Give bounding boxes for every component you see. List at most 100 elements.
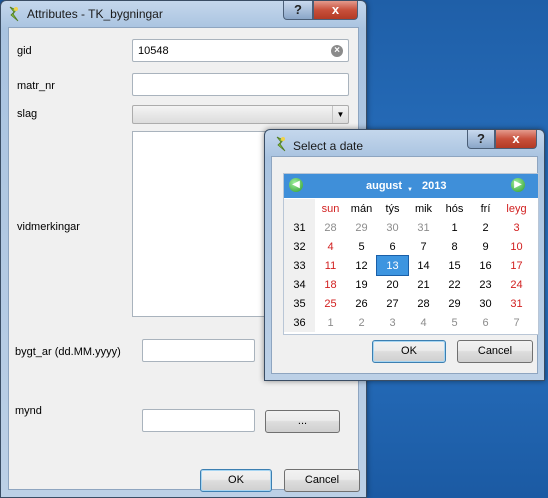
clear-icon[interactable]: × — [331, 45, 343, 57]
select-date-dialog: Select a date ? x ◀ august ▼ 2013 ▶ sun m… — [264, 129, 545, 381]
calendar-week-row: 31 28 29 30 31 1 2 3 — [284, 218, 532, 237]
calendar-week-row: 33 11 12 13 14 15 16 17 — [284, 255, 532, 276]
calendar-day[interactable]: 9 — [470, 237, 501, 256]
cancel-button[interactable]: Cancel — [284, 469, 360, 492]
calendar-week-row: 35 25 26 27 28 29 30 31 — [284, 294, 532, 313]
week-number: 33 — [284, 256, 315, 275]
calendar-day[interactable]: 31 — [408, 218, 439, 237]
calendar-week-row: 34 18 19 20 21 22 23 24 — [284, 275, 532, 294]
calendar-day[interactable]: 4 — [408, 313, 439, 332]
month-dropdown-icon: ▼ — [407, 187, 413, 193]
calendar-day[interactable]: 7 — [501, 313, 532, 332]
week-number: 35 — [284, 294, 315, 313]
calendar-day[interactable]: 30 — [377, 218, 408, 237]
calendar-day[interactable]: 21 — [408, 275, 439, 294]
ok-button[interactable]: OK — [200, 469, 272, 492]
calendar-day[interactable]: 6 — [377, 237, 408, 256]
date-ok-button[interactable]: OK — [372, 340, 446, 363]
calendar-day[interactable]: 28 — [408, 294, 439, 313]
calendar-day[interactable]: 29 — [346, 218, 377, 237]
year-selector[interactable]: 2013 — [422, 180, 446, 192]
calendar-week-row: 36 1 2 3 4 5 6 7 — [284, 313, 532, 332]
calendar-day[interactable]: 29 — [439, 294, 470, 313]
calendar-day[interactable]: 2 — [346, 313, 377, 332]
calendar-day[interactable]: 22 — [439, 275, 470, 294]
chevron-down-icon[interactable]: ▼ — [332, 106, 348, 123]
calendar-day[interactable]: 26 — [346, 294, 377, 313]
vidmerkingar-label: vidmerkingar — [17, 221, 80, 233]
weekday-header: hós — [445, 202, 464, 215]
weekday-header: frí — [480, 202, 491, 215]
weekday-header: mik — [414, 202, 433, 215]
month-selector[interactable]: august — [366, 180, 402, 192]
calendar-day[interactable]: 10 — [501, 237, 532, 256]
browse-button[interactable]: ... — [265, 410, 340, 433]
bygt-ar-label: bygt_ar (dd.MM.yyyy) — [15, 346, 121, 358]
slag-label: slag — [17, 108, 38, 120]
arrow-right-icon[interactable]: ▶ — [511, 178, 525, 192]
calendar-day[interactable]: 3 — [377, 313, 408, 332]
calendar-day-selected[interactable]: 13 — [376, 255, 409, 276]
week-number: 36 — [284, 313, 315, 332]
calendar-day[interactable]: 11 — [315, 256, 346, 275]
weekday-header: sun — [321, 202, 340, 215]
gid-label: gid — [17, 45, 32, 57]
calendar-day[interactable]: 5 — [439, 313, 470, 332]
help-button[interactable]: ? — [283, 1, 313, 20]
calendar-day[interactable]: 2 — [470, 218, 501, 237]
qgis-app-icon — [274, 136, 288, 152]
window-title: Attributes - TK_bygningar — [27, 7, 163, 21]
matr-nr-label: matr_nr — [17, 80, 55, 92]
calendar-week-row: 32 4 5 6 7 8 9 10 — [284, 237, 532, 256]
calendar-day[interactable]: 15 — [439, 256, 470, 275]
weekday-header: týs — [385, 202, 400, 215]
weekday-header: mán — [350, 202, 373, 215]
calendar-day[interactable]: 20 — [377, 275, 408, 294]
calendar-day[interactable]: 31 — [501, 294, 532, 313]
calendar-day[interactable]: 25 — [315, 294, 346, 313]
qgis-app-icon — [7, 6, 21, 22]
date-help-button[interactable]: ? — [467, 130, 495, 149]
week-number: 34 — [284, 275, 315, 294]
calendar-day[interactable]: 16 — [470, 256, 501, 275]
date-cancel-button[interactable]: Cancel — [457, 340, 533, 363]
calendar-day[interactable]: 1 — [439, 218, 470, 237]
week-number-header — [284, 199, 315, 218]
calendar-day[interactable]: 12 — [346, 256, 377, 275]
weekday-header: leyg — [506, 202, 527, 215]
date-dialog-body: ◀ august ▼ 2013 ▶ sun mán týs mik hós frí leyg… — [271, 156, 539, 374]
calendar-day[interactable]: 19 — [346, 275, 377, 294]
attributes-titlebar[interactable]: Attributes - TK_bygningar ? x — [1, 1, 366, 27]
calendar-day[interactable]: 7 — [408, 237, 439, 256]
calendar-day[interactable]: 6 — [470, 313, 501, 332]
date-close-button[interactable]: x — [495, 130, 537, 149]
calendar-day[interactable]: 24 — [501, 275, 532, 294]
calendar-day[interactable]: 30 — [470, 294, 501, 313]
calendar-day[interactable]: 23 — [470, 275, 501, 294]
gid-field[interactable] — [132, 39, 349, 62]
mynd-field[interactable] — [142, 409, 255, 432]
calendar-day[interactable]: 1 — [315, 313, 346, 332]
week-number: 31 — [284, 218, 315, 237]
calendar-day[interactable]: 5 — [346, 237, 377, 256]
date-titlebar[interactable]: Select a date ? x — [265, 130, 544, 156]
date-dialog-title: Select a date — [293, 139, 364, 153]
close-button[interactable]: x — [313, 1, 358, 20]
bygt-ar-field[interactable] — [142, 339, 255, 362]
calendar-day[interactable]: 28 — [315, 218, 346, 237]
calendar-day[interactable]: 27 — [377, 294, 408, 313]
calendar-day[interactable]: 14 — [408, 256, 439, 275]
calendar-day[interactable]: 4 — [315, 237, 346, 256]
mynd-label: mynd — [15, 405, 42, 417]
calendar: ◀ august ▼ 2013 ▶ sun mán týs mik hós frí leyg… — [283, 173, 539, 335]
calendar-day[interactable]: 3 — [501, 218, 532, 237]
arrow-left-icon[interactable]: ◀ — [289, 178, 303, 192]
calendar-nav-bar: ◀ august ▼ 2013 ▶ — [284, 174, 538, 198]
calendar-day[interactable]: 17 — [501, 256, 532, 275]
matr-nr-field[interactable] — [132, 73, 349, 96]
calendar-grid: sun mán týs mik hós frí leyg 31 28 29 30 31 1 2 3 32 4 5… — [284, 199, 532, 332]
calendar-day[interactable]: 18 — [315, 275, 346, 294]
slag-dropdown[interactable]: ▼ — [132, 105, 349, 124]
week-number: 32 — [284, 237, 315, 256]
calendar-day[interactable]: 8 — [439, 237, 470, 256]
